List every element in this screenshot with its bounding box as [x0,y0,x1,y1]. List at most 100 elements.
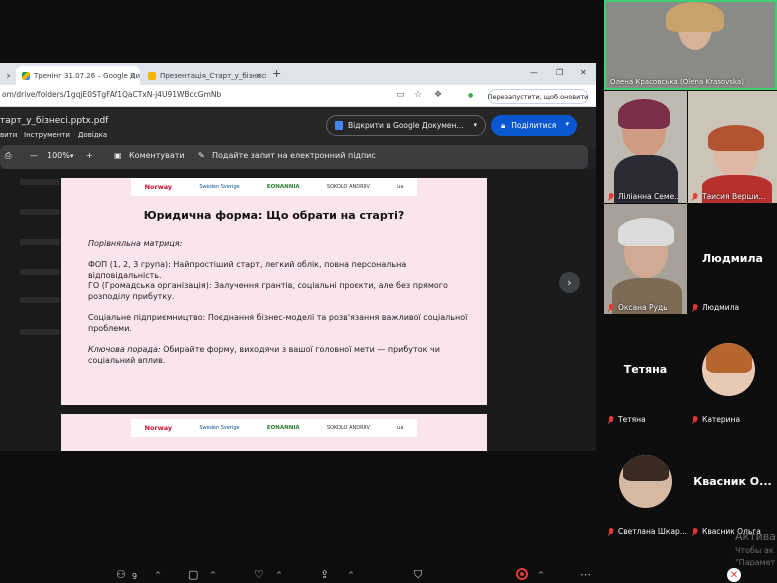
maximize-icon[interactable]: ❐ [556,68,563,77]
ua-logo: ua [397,425,404,431]
signature-icon[interactable]: ✎ [198,151,205,160]
print-icon[interactable]: ⎙ [5,151,11,161]
chevron-up-icon[interactable]: ^ [210,571,216,579]
muted-mic-icon [608,415,614,424]
participant-name: Светлана Шкар... [608,527,687,536]
chevron-up-icon[interactable]: ^ [538,571,544,579]
request-signature-button[interactable]: Подайте запит на електронний підпис [212,151,376,160]
more-options-icon[interactable]: ⋯ [580,569,591,580]
go-text: ГО (Громадська організація): Залучення г… [88,281,448,301]
participant-tile[interactable]: Светлана Шкар... [604,430,687,538]
share-label: Поділитися [511,121,557,130]
close-icon[interactable]: × [255,71,262,80]
sweden-logo: Sweden Sverige [199,183,240,190]
sokolo-logo: SOKOLO ANDRIIV [326,425,370,431]
zoom-out-icon[interactable]: — [30,151,38,160]
browser-tab-drive[interactable]: Тренінг 31.07.26 – Google Дис × [16,66,140,85]
zoom-level[interactable]: 100% [47,151,70,160]
comment-icon[interactable]: ▣ [114,151,122,160]
participant-initial-name: Квасник О... [693,475,772,488]
url-field[interactable]: om/drive/folders/1gqjE0STgFAf1QaCTxN-j4U… [2,90,221,99]
participant-avatar [619,455,672,508]
zoom-in-icon[interactable]: + [86,151,93,160]
security-shield-icon[interactable]: ⛉ [414,569,422,580]
leave-meeting-button[interactable]: ✕ [727,568,741,582]
norway-logo: Norway [144,424,173,432]
norway-logo: Norway [144,183,173,191]
social-enterprise-text: Соціальне підприємництво: Поєднання бізн… [88,313,468,333]
eonannia-logo: EONANNIA [266,184,300,190]
new-tab-icon[interactable]: + [272,67,281,80]
partner-logos: Norway Sweden Sverige EONANNIA SOKOLO AN… [131,419,417,437]
presentation-slide: Norway Sweden Sverige EONANNIA SOKOLO AN… [61,178,487,405]
muted-mic-icon [692,192,698,201]
participants-icon[interactable]: ⚇ [116,569,126,580]
muted-mic-icon [692,303,698,312]
ua-logo: ua [397,184,404,190]
chevron-down-icon[interactable]: ▾ [70,152,74,160]
background-row [20,297,60,303]
cast-icon[interactable]: ▭ [396,90,405,100]
slide-title: Юридична форма: Що обрати на старті? [143,209,405,222]
browser-tab-bar: × Тренінг 31.07.26 – Google Дис × Презен… [0,63,596,85]
participant-video [666,2,724,32]
comment-button[interactable]: Коментувати [129,151,185,160]
chat-icon[interactable]: ▢ [188,569,198,580]
participant-avatar [702,343,755,396]
muted-mic-icon [608,303,614,312]
background-row [20,269,60,275]
participant-name: Таисия Верши... [692,192,765,201]
participants-count: 9 [132,572,138,581]
chevron-down-icon[interactable]: ▾ [473,121,477,129]
tab-label: Тренінг 31.07.26 – Google Дис [34,71,140,80]
participant-name: Олена Красовська (Olena Krasovska) [610,78,744,86]
share-screen-icon[interactable]: ⇪ [320,569,329,580]
menu-item[interactable]: вити [0,131,17,139]
muted-mic-icon [608,527,614,536]
reactions-icon[interactable]: ♡ [254,569,264,580]
close-window-icon[interactable]: ✕ [580,68,587,77]
menu-item-tools[interactable]: Інструменти [24,131,70,139]
participant-video [708,125,764,151]
tab-label: Презентація_Старт_у_бізнесі.p [160,71,266,80]
meeting-toolbar: ⚇ 9 ^ ▢ ^ ♡ ^ ⇪ ^ ⛉ ^ ⋯ ✕ [0,566,777,583]
record-icon[interactable] [516,568,528,580]
participant-tile-active[interactable]: Олена Красовська (Olena Krasovska) [604,0,777,90]
participant-initial-name: Тетяна [623,363,668,376]
chevron-down-icon[interactable]: ▾ [565,120,569,128]
profile-icon[interactable]: ● [468,92,473,99]
next-page-icon[interactable]: › [559,272,580,293]
browser-tab-presentation[interactable]: Презентація_Старт_у_бізнесі.p × [142,66,266,85]
extension-icon[interactable]: ❖ [434,90,442,100]
minimize-icon[interactable]: — [530,68,538,77]
pdf-viewer-toolbar: ⎙ — 100% ▾ + ▣ Коментувати ✎ Подайте зап… [0,145,588,169]
chevron-up-icon[interactable]: ^ [276,571,282,579]
background-row [20,329,60,335]
participant-tile[interactable]: Ліліанна Семе... [604,91,687,203]
participant-tile[interactable]: Таисия Верши... [688,91,777,203]
file-name: тарт_у_бізнесі.pptx.pdf [0,116,109,126]
slides-icon [148,71,156,80]
relaunch-button[interactable]: Перезапустити, щоб оновити [488,89,588,104]
close-icon[interactable]: × [129,71,136,80]
chevron-up-icon[interactable]: ^ [155,571,161,579]
chevron-up-icon[interactable]: ^ [348,571,354,579]
participant-name: Оксана Рудь [608,303,668,312]
share-button[interactable]: 🔒︎ Поділитися ▾ [491,115,577,136]
menu-item-help[interactable]: Довідка [78,131,107,139]
address-bar: om/drive/folders/1gqjE0STgFAf1QaCTxN-j4U… [0,85,596,107]
participant-tile[interactable]: Оксана Рудь [604,204,687,314]
sweden-logo: Sweden Sverige [199,424,240,431]
zoom-meeting-window: × Тренінг 31.07.26 – Google Дис × Презен… [0,0,777,583]
muted-mic-icon [692,527,698,536]
close-icon[interactable]: × [6,72,10,80]
participant-tile[interactable]: Людмила Людмила [688,204,777,314]
participant-video [618,218,674,246]
open-in-docs-button[interactable]: Відкрити в Google Докумен... ▾ [326,115,486,136]
participant-tile[interactable]: Катерина [688,318,777,426]
participant-tile[interactable]: Тетяна Тетяна [604,318,687,426]
bookmark-star-icon[interactable]: ☆ [414,90,422,100]
participant-tile[interactable]: Квасник О... Квасник Ольга [688,430,777,538]
browser-tab-partial[interactable]: × [0,66,10,85]
key-tip-text: Ключова порада: Обирайте форму, виходячи… [88,345,440,365]
